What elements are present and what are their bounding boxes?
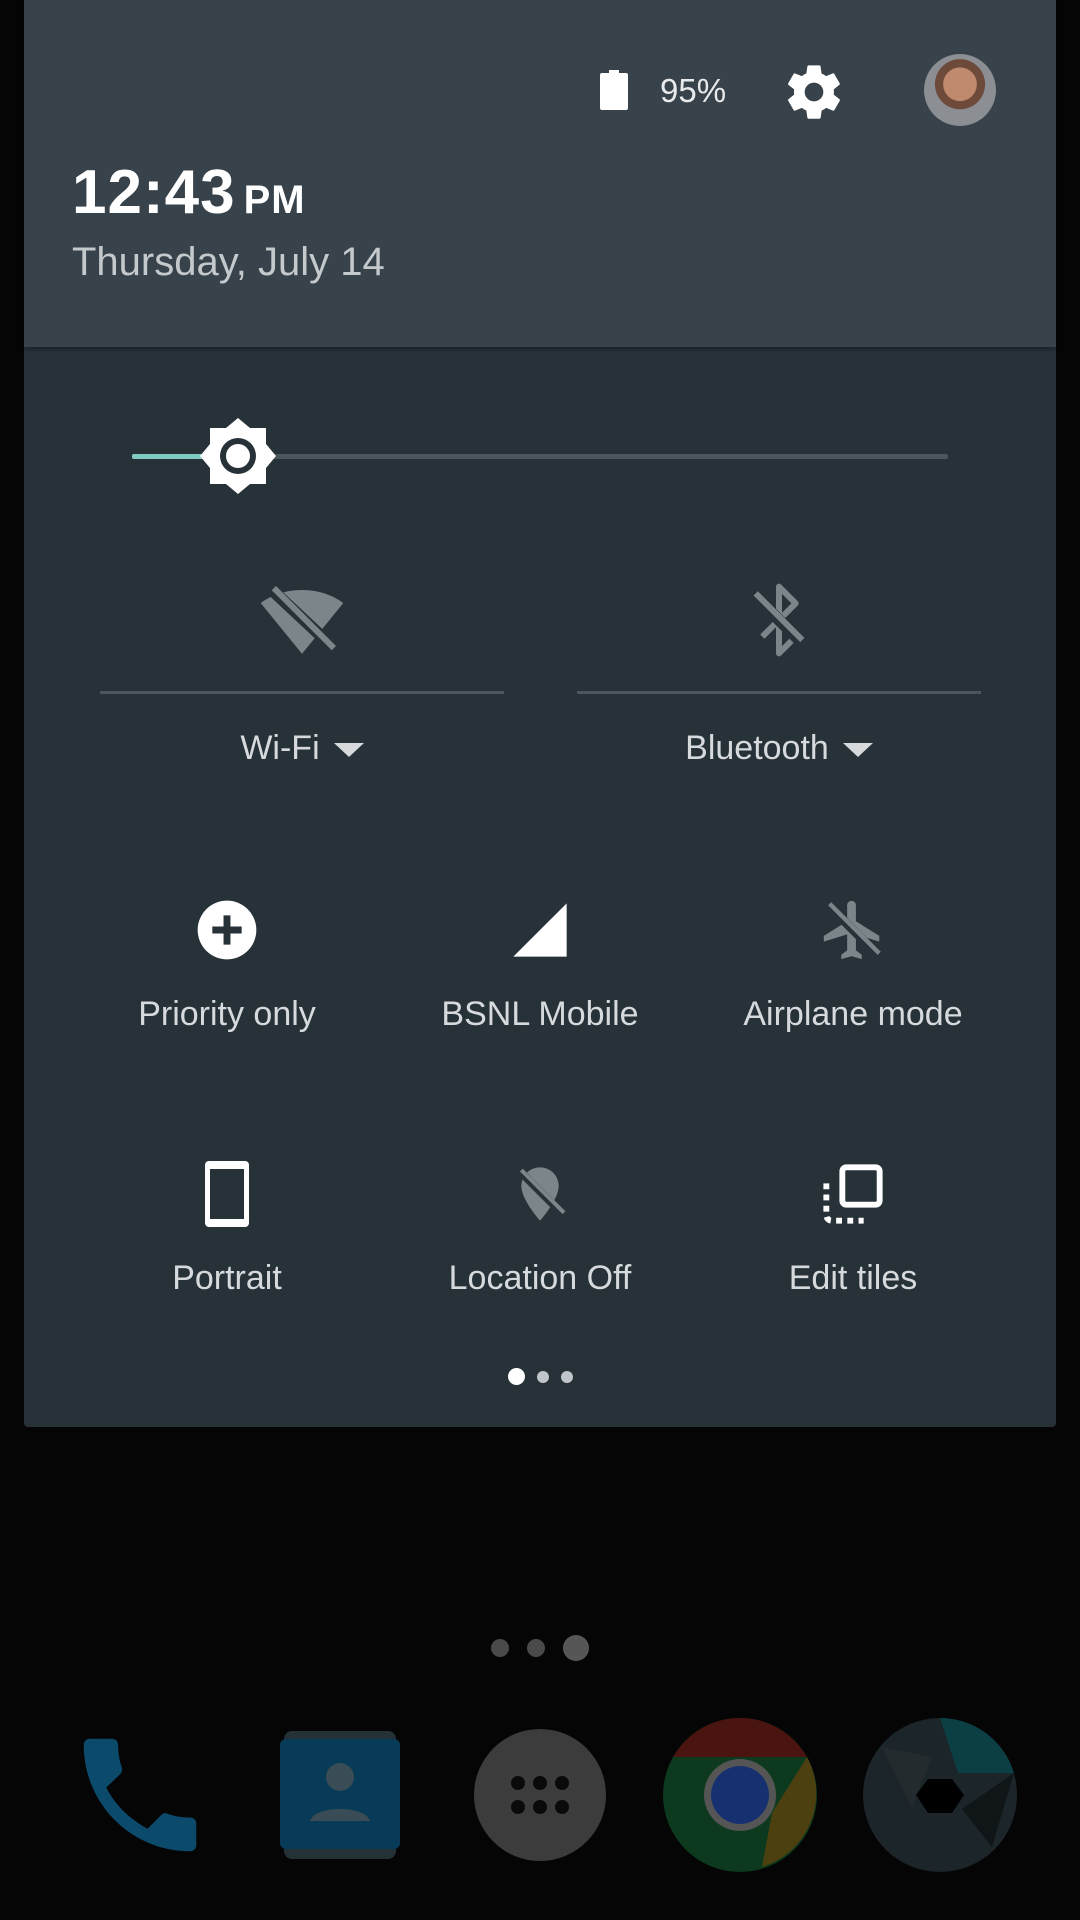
priority-only-icon <box>197 900 257 960</box>
home-page-dot-active <box>563 1635 589 1661</box>
clock-time: 12:43 <box>72 158 236 227</box>
priority-only-label: Priority only <box>138 995 316 1033</box>
wifi-tile-label-row[interactable]: Wi-Fi <box>100 728 504 768</box>
airplane-mode-tile-icon-area <box>684 890 1022 970</box>
portrait-label: Portrait <box>172 1259 282 1297</box>
user-avatar[interactable] <box>924 54 996 126</box>
brightness-icon <box>200 418 276 494</box>
rotation-tile[interactable]: Portrait <box>58 1154 396 1354</box>
priority-only-tile-icon-area <box>58 890 396 970</box>
rotation-tile-icon-area <box>58 1154 396 1234</box>
camera-icon <box>863 1717 1017 1872</box>
airplane-icon <box>823 900 883 960</box>
brightness-thumb[interactable] <box>198 416 278 496</box>
page-dot <box>536 1370 549 1383</box>
edit-tiles-label: Edit tiles <box>788 1259 918 1297</box>
airplane-mode-tile[interactable]: Airplane mode <box>684 890 1022 1090</box>
bluetooth-disabled-icon <box>748 583 810 657</box>
wifi-tile-divider <box>100 691 504 694</box>
home-page-dot <box>491 1639 509 1657</box>
edit-tiles-icon <box>823 1164 883 1224</box>
gear-icon <box>788 65 840 119</box>
priority-only-tile[interactable]: Priority only <box>58 890 396 1090</box>
quick-settings-header: 95% 12:43 PM Thursday, July 14 <box>24 0 1056 347</box>
contacts-icon <box>280 1731 400 1859</box>
page-dot <box>560 1370 573 1383</box>
bluetooth-tile-label-row[interactable]: Bluetooth <box>577 728 981 768</box>
wifi-off-icon <box>260 585 344 654</box>
wifi-tile-icon-area[interactable] <box>100 570 504 670</box>
brightness-slider[interactable] <box>132 418 972 494</box>
home-page-indicator <box>0 1635 1080 1661</box>
cellular-signal-icon <box>513 903 567 957</box>
app-drawer[interactable] <box>460 1715 620 1875</box>
camera-app[interactable] <box>860 1715 1020 1875</box>
date[interactable]: Thursday, July 14 <box>72 238 385 286</box>
location-tile-icon-area <box>371 1154 709 1234</box>
mobile-data-tile-icon-area <box>371 890 709 970</box>
location-tile[interactable]: Location Off <box>371 1154 709 1354</box>
bluetooth-tile-icon-area[interactable] <box>577 570 981 670</box>
edit-tiles-tile[interactable]: Edit tiles <box>684 1154 1022 1354</box>
settings-button[interactable] <box>780 58 848 126</box>
bluetooth-tile-divider <box>577 691 981 694</box>
chevron-down-icon <box>333 743 364 757</box>
quick-settings-panel: 95% 12:43 PM Thursday, July 14 Wi-Fi Blu… <box>24 0 1056 1427</box>
quick-settings-page-indicator <box>24 1368 1056 1385</box>
chrome-app[interactable] <box>660 1715 820 1875</box>
dock <box>0 1715 1080 1875</box>
bluetooth-tile[interactable]: Bluetooth <box>577 570 981 770</box>
location-off-label: Location Off <box>448 1259 632 1297</box>
bluetooth-tile-label: Bluetooth <box>685 729 829 767</box>
edit-tiles-tile-icon-area <box>684 1154 1022 1234</box>
airplane-mode-label: Airplane mode <box>743 995 963 1033</box>
app-drawer-icon <box>474 1729 606 1861</box>
home-page-dot <box>527 1639 545 1657</box>
battery-icon <box>600 70 628 110</box>
portrait-phone-icon <box>205 1161 249 1227</box>
battery-percentage: 95% <box>660 72 727 109</box>
chevron-down-icon <box>842 743 873 757</box>
chrome-icon <box>663 1718 817 1872</box>
wifi-tile[interactable]: Wi-Fi <box>100 570 504 770</box>
clock-ampm: PM <box>243 178 306 222</box>
page-dot-active <box>507 1368 525 1385</box>
phone-app[interactable] <box>60 1715 220 1875</box>
contacts-app[interactable] <box>260 1715 420 1875</box>
mobile-data-tile[interactable]: BSNL Mobile <box>371 890 709 1090</box>
phone-icon <box>83 1738 197 1852</box>
clock: 12:43 PM <box>72 158 306 235</box>
location-off-icon <box>515 1167 567 1221</box>
wifi-tile-label: Wi-Fi <box>240 729 320 767</box>
mobile-network-label: BSNL Mobile <box>441 995 639 1033</box>
